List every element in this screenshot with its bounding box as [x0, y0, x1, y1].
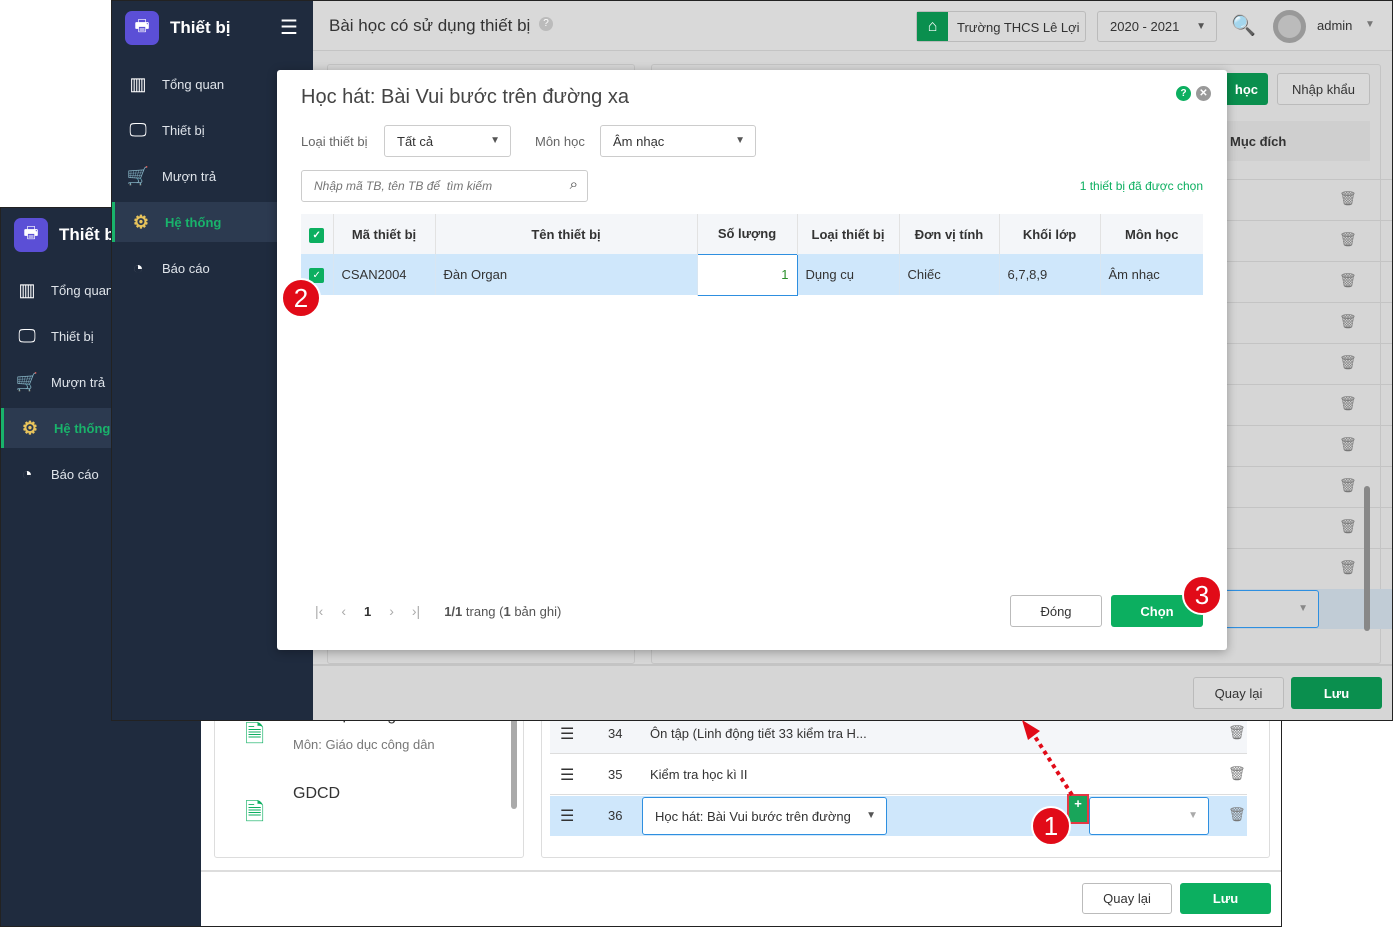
- step-marker-1: 1: [1031, 806, 1071, 846]
- step-marker-3: 3: [1182, 575, 1222, 615]
- step-marker-2: 2: [281, 278, 321, 318]
- annotation-arrow: [1022, 720, 1074, 797]
